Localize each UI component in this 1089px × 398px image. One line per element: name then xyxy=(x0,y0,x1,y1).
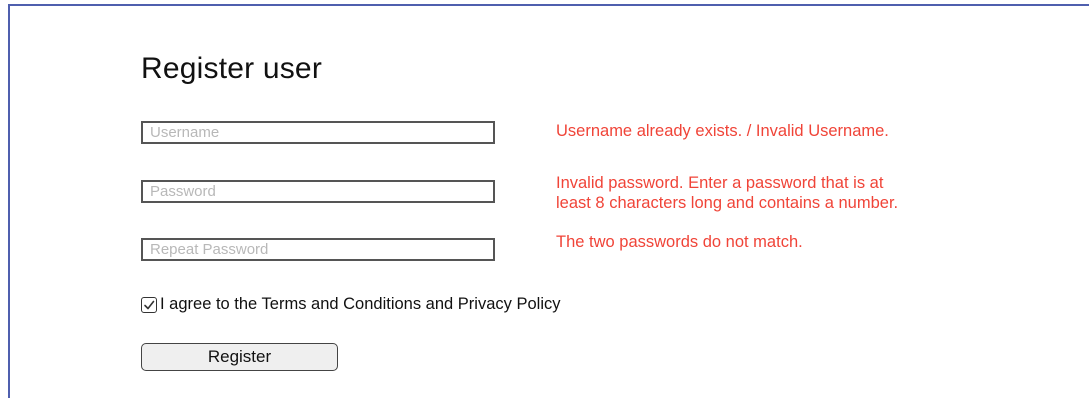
window-border-left xyxy=(8,4,10,398)
terms-checkbox[interactable] xyxy=(141,296,157,313)
username-error: Username already exists. / Invalid Usern… xyxy=(556,122,889,140)
terms-agreement: I agree to the Terms and Conditions and … xyxy=(141,295,561,314)
password-error-line-2: least 8 characters long and contains a n… xyxy=(556,194,899,212)
password-error: Invalid password. Enter a password that … xyxy=(556,173,898,213)
page-title: Register user xyxy=(141,52,323,85)
window-border-top xyxy=(8,4,1089,6)
repeat-password-error: The two passwords do not match. xyxy=(556,233,803,251)
password-input[interactable] xyxy=(141,180,495,203)
password-error-line-1: Invalid password. Enter a password that … xyxy=(556,174,884,192)
register-button[interactable]: Register xyxy=(141,343,338,371)
terms-label: I agree to the Terms and Conditions and … xyxy=(160,295,561,313)
checkmark-icon xyxy=(144,300,155,309)
username-input[interactable] xyxy=(141,121,495,144)
registration-window: Register user Username already exists. /… xyxy=(0,0,1089,398)
repeat-password-input[interactable] xyxy=(141,238,495,261)
